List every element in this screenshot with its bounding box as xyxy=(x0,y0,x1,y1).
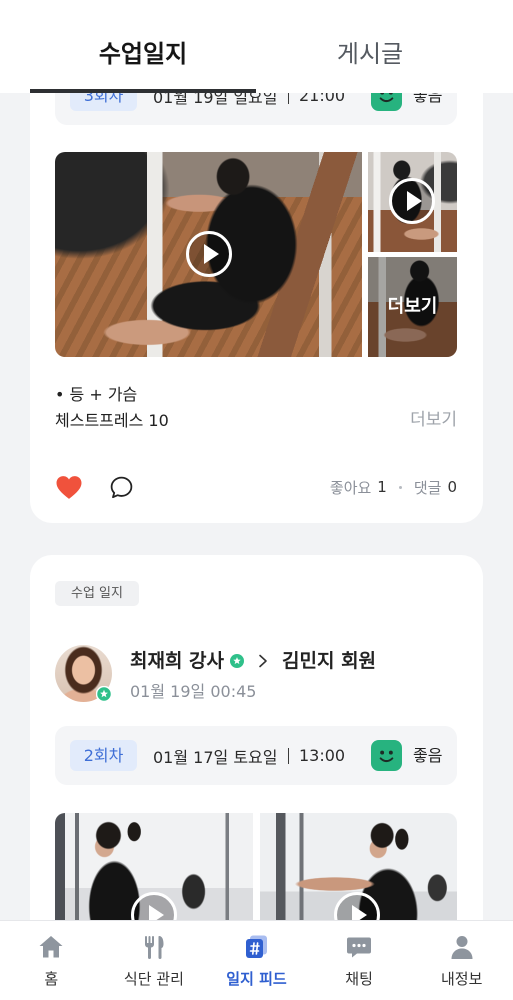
session-mood: 좋음 xyxy=(413,746,443,765)
avatar[interactable] xyxy=(55,645,112,702)
hashtag-feed-icon xyxy=(242,933,270,961)
trainer-name: 최재희 강사 xyxy=(130,650,225,672)
verified-star-icon xyxy=(230,654,245,668)
verified-star-icon xyxy=(96,686,112,702)
play-icon[interactable] xyxy=(185,230,233,278)
home-icon xyxy=(37,933,65,961)
nav-label: 내정보 xyxy=(440,970,483,988)
post-text-line: 체스트프레스 10 xyxy=(55,411,169,430)
nav-item-diet[interactable]: 식단 관리 xyxy=(103,921,206,1000)
nav-item-chat[interactable]: 채팅 xyxy=(308,921,411,1000)
comments-label[interactable]: 댓글 xyxy=(414,477,442,498)
session-datetime: 01월 17일 토요일 13:00 xyxy=(153,726,345,785)
nav-label: 식단 관리 xyxy=(123,970,184,988)
tab-posts[interactable]: 게시글 xyxy=(257,0,483,93)
more-media-overlay[interactable]: 더보기 xyxy=(368,257,457,357)
workout-video-thumbnail[interactable]: 더보기 xyxy=(368,257,457,357)
post-stats: 좋아요 1 댓글 0 xyxy=(330,476,457,498)
nav-label: 홈 xyxy=(44,970,59,988)
author-row: 최재희 강사 김민지 회원 xyxy=(130,649,376,673)
comment-icon[interactable] xyxy=(109,475,134,500)
likes-label[interactable]: 좋아요 xyxy=(330,477,371,498)
member-name: 김민지 회원 xyxy=(282,650,377,672)
session-time: 13:00 xyxy=(299,746,346,765)
session-date: 01월 17일 토요일 xyxy=(153,747,278,767)
nav-item-home[interactable]: 홈 xyxy=(0,921,103,1000)
bottom-navigation: 홈 식단 관리 일지 피드 채팅 내정보 xyxy=(0,920,513,1000)
smile-face-icon xyxy=(371,740,402,771)
fork-knife-icon xyxy=(140,933,168,961)
nav-item-feed[interactable]: 일지 피드 xyxy=(205,921,308,1000)
workout-video-thumbnail[interactable] xyxy=(368,152,457,252)
read-more-link[interactable]: 더보기 xyxy=(410,408,457,432)
workout-video-thumbnail[interactable] xyxy=(55,152,362,357)
tab-class-log[interactable]: 수업일지 xyxy=(30,0,256,93)
media-grid: 더보기 xyxy=(55,152,457,357)
person-icon xyxy=(448,933,476,961)
play-icon[interactable] xyxy=(388,177,436,225)
app-screen: 수업일지 게시글 3회차 01월 19일 일요일 21:00 좋음 더보기 • … xyxy=(0,0,513,1000)
session-summary: 2회차 01월 17일 토요일 13:00 좋음 xyxy=(55,726,457,785)
chat-icon xyxy=(345,933,373,961)
session-round-badge: 2회차 xyxy=(70,740,137,771)
chevron-right-icon xyxy=(258,654,268,668)
stats-separator xyxy=(398,485,402,489)
post-type-tag: 수업 일지 xyxy=(55,581,139,606)
nav-item-profile[interactable]: 내정보 xyxy=(410,921,513,1000)
nav-label: 채팅 xyxy=(345,970,373,988)
top-tab-bar: 수업일지 게시글 xyxy=(0,0,513,93)
post-timestamp: 01월 19일 00:45 xyxy=(130,682,257,701)
feed-card: 3회차 01월 19일 일요일 21:00 좋음 더보기 • 등 + 가슴 체스… xyxy=(30,40,483,523)
comments-count: 0 xyxy=(447,478,457,496)
nav-label: 일지 피드 xyxy=(226,970,287,988)
active-tab-indicator xyxy=(30,89,256,93)
heart-icon[interactable] xyxy=(55,475,83,500)
datetime-separator xyxy=(287,747,289,764)
likes-count: 1 xyxy=(377,478,387,496)
post-text-line: • 등 + 가슴 xyxy=(55,385,138,404)
